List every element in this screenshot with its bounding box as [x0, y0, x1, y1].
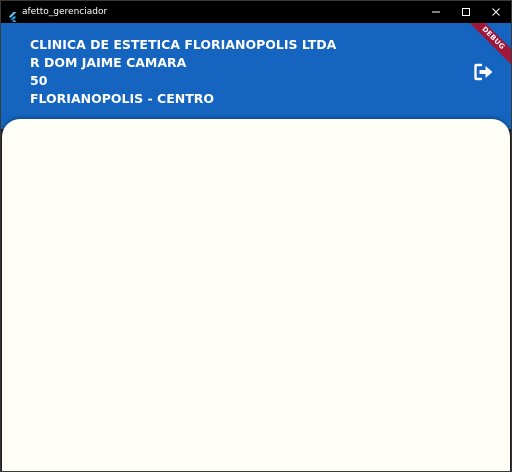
- app-window: afetto_gerenciador CLINICA DE ESTETICA F…: [0, 0, 512, 472]
- clinic-number: 50: [30, 73, 48, 88]
- clinic-info: CLINICA DE ESTETICA FLORIANOPOLIS LTDA R…: [30, 36, 336, 108]
- maximize-icon: [462, 8, 470, 16]
- close-button[interactable]: [481, 1, 511, 23]
- clinic-city: FLORIANOPOLIS - CENTRO: [30, 91, 214, 106]
- window-title: afetto_gerenciador: [22, 7, 108, 17]
- flutter-icon: [8, 7, 18, 22]
- app-header: CLINICA DE ESTETICA FLORIANOPOLIS LTDA R…: [1, 23, 511, 129]
- logout-button[interactable]: [474, 63, 494, 81]
- clinic-name: CLINICA DE ESTETICA FLORIANOPOLIS LTDA: [30, 37, 337, 52]
- logout-icon: [474, 63, 493, 81]
- window-controls: [421, 1, 511, 23]
- clinic-street: R DOM JAIME CAMARA: [30, 55, 187, 70]
- title-bar[interactable]: afetto_gerenciador: [1, 1, 511, 23]
- minimize-button[interactable]: [421, 1, 451, 23]
- close-icon: [492, 8, 500, 16]
- minimize-icon: [432, 11, 440, 13]
- maximize-button[interactable]: [451, 1, 481, 23]
- main-content: [2, 119, 510, 471]
